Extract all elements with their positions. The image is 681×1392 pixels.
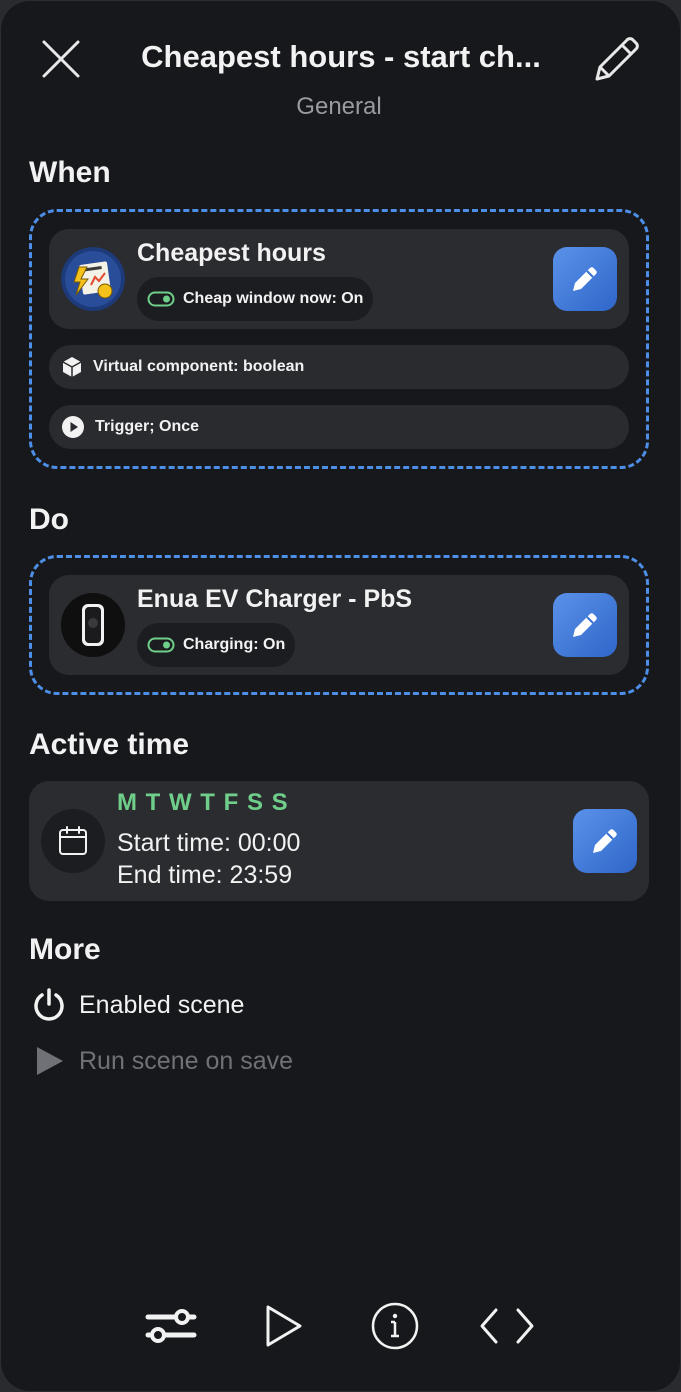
- cube-icon: [62, 357, 82, 377]
- end-time: End time: 23:59: [117, 861, 293, 889]
- action-card[interactable]: Enua EV Charger - PbS Charging: On: [49, 575, 629, 675]
- calendar-badge: [41, 809, 105, 873]
- info-icon: [371, 1302, 419, 1350]
- power-icon: [34, 988, 64, 1021]
- edit-trigger-button[interactable]: [553, 247, 617, 311]
- pencil-icon: [573, 267, 597, 291]
- enabled-scene-label: Enabled scene: [79, 990, 245, 1019]
- scene-room: General: [296, 93, 382, 120]
- play-outline-icon: [266, 1305, 302, 1347]
- trigger-card[interactable]: Cheapest hours Cheap window now: On: [49, 229, 629, 329]
- scene-editor-panel: Cheapest hours - start ch... General Whe…: [0, 0, 681, 1392]
- run-scene-button[interactable]: [253, 1291, 313, 1361]
- active-days: M T W T F S S: [117, 789, 289, 816]
- close-button[interactable]: [37, 35, 85, 83]
- run-on-save-label: Run scene on save: [79, 1046, 294, 1075]
- section-title-active-time: Active time: [29, 728, 190, 761]
- trigger-mode-pill[interactable]: Trigger; Once: [49, 405, 629, 449]
- play-icon: [37, 1047, 63, 1075]
- edit-title-button[interactable]: [589, 31, 645, 87]
- close-icon: [42, 40, 80, 78]
- trigger-mode-text: Trigger; Once: [95, 418, 200, 435]
- component-type-pill: Virtual component: boolean: [49, 345, 629, 389]
- calendar-icon: [59, 826, 87, 855]
- code-view-button[interactable]: [477, 1291, 537, 1361]
- section-title-more: More: [29, 933, 101, 966]
- action-card-title: Enua EV Charger - PbS: [137, 585, 413, 613]
- bottom-toolbar: [1, 1291, 680, 1361]
- cheapest-hours-logo: [61, 247, 125, 311]
- code-icon: [480, 1308, 534, 1344]
- info-button[interactable]: [365, 1291, 425, 1361]
- pencil-icon: [593, 829, 617, 853]
- scene-title: Cheapest hours - start ch...: [141, 39, 541, 74]
- play-circle-icon: [62, 416, 84, 438]
- trigger-status-text: Cheap window now: On: [183, 290, 364, 307]
- run-on-save-toggle[interactable]: Run scene on save: [31, 1043, 293, 1079]
- section-title-when: When: [29, 156, 111, 189]
- settings-button[interactable]: [141, 1291, 201, 1361]
- toggle-on-icon: [147, 637, 175, 653]
- trigger-card-title: Cheapest hours: [137, 239, 326, 267]
- edit-active-time-button[interactable]: [573, 809, 637, 873]
- pencil-icon: [573, 613, 597, 637]
- toggle-on-icon: [147, 291, 175, 307]
- header: Cheapest hours - start ch... General: [1, 1, 680, 131]
- active-time-card[interactable]: M T W T F S S Start time: 00:00 End time…: [29, 781, 649, 901]
- component-type-text: Virtual component: boolean: [93, 358, 305, 375]
- pencil-outline-icon: [595, 37, 639, 81]
- action-status-chip: Charging: On: [137, 623, 296, 667]
- trigger-status-chip: Cheap window now: On: [137, 277, 374, 321]
- section-title-do: Do: [29, 503, 69, 536]
- ev-charger-device: [61, 593, 125, 657]
- edit-action-button[interactable]: [553, 593, 617, 657]
- start-time: Start time: 00:00: [117, 829, 301, 857]
- action-status-text: Charging: On: [183, 636, 286, 653]
- enabled-scene-toggle[interactable]: Enabled scene: [31, 987, 244, 1023]
- sliders-icon: [145, 1309, 197, 1343]
